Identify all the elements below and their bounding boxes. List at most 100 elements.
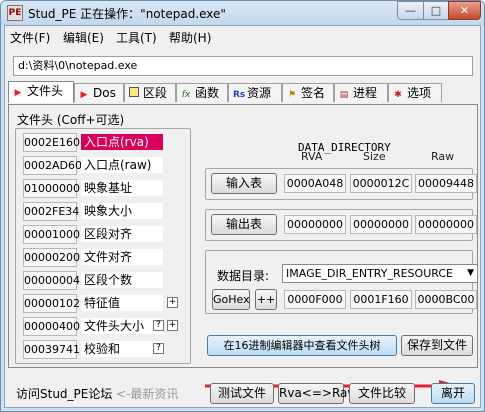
process-icon: ▤ xyxy=(339,90,349,100)
menu-edit[interactable]: 编辑(E) xyxy=(63,29,104,46)
header-size-help-button[interactable]: ? xyxy=(153,320,164,331)
menu-file[interactable]: 文件(F) xyxy=(10,29,50,46)
header-value[interactable]: 00000004 xyxy=(23,271,80,290)
export-table-button[interactable]: 输出表 xyxy=(211,214,277,235)
compare-file-button[interactable]: 文件比较 xyxy=(349,383,415,404)
fx-icon: fx xyxy=(181,90,191,100)
column-header-raw: Raw xyxy=(431,150,455,163)
header-value[interactable]: 00039741 xyxy=(23,340,80,359)
menu-tools[interactable]: 工具(T) xyxy=(116,29,157,46)
plus-plus-button[interactable]: ++ xyxy=(255,289,277,310)
data-directory-selected: IMAGE_DIR_ENTRY_RESOURCE xyxy=(286,267,453,280)
header-value[interactable]: 00000102 xyxy=(23,294,80,313)
header-row-section-align: 00001000 区段对齐 xyxy=(19,225,187,244)
header-label[interactable]: 入口点(raw) xyxy=(81,157,163,173)
tab-label: 区段 xyxy=(143,86,168,100)
tab-label: 选项 xyxy=(407,86,432,100)
tab-label: 进程 xyxy=(353,86,378,100)
menu-help[interactable]: 帮助(H) xyxy=(169,29,211,46)
tab-resources[interactable]: Rs 资源 xyxy=(228,83,282,102)
header-label[interactable]: 特征值 xyxy=(81,295,163,311)
header-size-expand-button[interactable]: + xyxy=(167,320,178,331)
header-value[interactable]: 01000000 xyxy=(23,179,80,198)
tab-label: 文件头 xyxy=(27,84,64,98)
news-link[interactable]: <-最新资讯 xyxy=(116,385,178,402)
header-fields-group: 0002E160 入口点(rva) 0002AD60 入口点(raw) 0100… xyxy=(15,128,191,364)
tab-label: Dos xyxy=(93,86,116,100)
header-value[interactable]: 00000400 xyxy=(23,317,80,336)
header-label[interactable]: 校验和 xyxy=(81,341,163,357)
tab-functions[interactable]: fx 函数 xyxy=(176,83,228,102)
red-arrow-icon: ▶ xyxy=(14,88,22,98)
red-arrow-icon: ▶ xyxy=(80,90,88,100)
tab-options[interactable]: ✱ 选项 xyxy=(388,83,442,102)
header-value[interactable]: 0002AD60 xyxy=(23,156,82,175)
title-bar[interactable]: PE Stud_PE 正在操作："notepad.exe" — □ ✕ xyxy=(1,1,484,25)
header-value[interactable]: 0002E160 xyxy=(23,133,80,152)
header-value[interactable]: 00000200 xyxy=(23,248,80,267)
minimize-button[interactable]: — xyxy=(397,1,424,20)
characteristics-expand-button[interactable]: + xyxy=(167,297,178,308)
gohex-button[interactable]: GoHex xyxy=(212,289,250,310)
header-label[interactable]: 区段对齐 xyxy=(81,226,163,242)
column-header-rva: RVA xyxy=(301,150,323,163)
data-directory-select[interactable]: IMAGE_DIR_ENTRY_RESOURCE ▼ xyxy=(282,264,478,283)
header-row-entry-raw: 0002AD60 入口点(raw) xyxy=(19,156,187,175)
dir-rva-value[interactable]: 0000F000 xyxy=(284,290,346,309)
header-row-image-size: 0002FE34 映象大小 xyxy=(19,202,187,221)
chevron-down-icon: ▼ xyxy=(467,268,474,278)
test-file-button[interactable]: 测试文件 xyxy=(210,383,274,404)
header-label[interactable]: 入口点(rva) xyxy=(81,134,163,150)
header-row-checksum: 00039741 校验和 ? xyxy=(19,340,187,359)
import-raw-value[interactable]: 00009448 xyxy=(415,174,477,193)
header-label[interactable]: 映象大小 xyxy=(81,203,163,219)
dir-size-value[interactable]: 0001F160 xyxy=(350,290,412,309)
forum-link[interactable]: 访问Stud_PE论坛 xyxy=(16,385,112,402)
maximize-button[interactable]: □ xyxy=(423,1,449,20)
header-row-file-align: 00000200 文件对齐 xyxy=(19,248,187,267)
tab-file-header[interactable]: ▶ 文件头 xyxy=(8,81,74,103)
header-value[interactable]: 00001000 xyxy=(23,225,80,244)
tab-label: 资源 xyxy=(247,86,272,100)
export-size-value[interactable]: 00000000 xyxy=(350,215,412,234)
header-row-section-count: 00000004 区段个数 xyxy=(19,271,187,290)
close-button[interactable]: ✕ xyxy=(448,1,481,20)
exit-button[interactable]: 离开 xyxy=(431,383,475,404)
tab-sections[interactable]: 区段 xyxy=(124,83,176,102)
header-row-header-size: 00000400 文件头大小 ? + xyxy=(19,317,187,336)
gear-icon: ✱ xyxy=(394,90,402,100)
tab-label: 函数 xyxy=(195,86,220,100)
dir-raw-value[interactable]: 0000BC00 xyxy=(415,290,477,309)
import-rva-value[interactable]: 0000A048 xyxy=(284,174,346,193)
import-size-value[interactable]: 0000012C xyxy=(350,174,412,193)
rva-raw-button[interactable]: Rva<=>Raw xyxy=(278,383,357,404)
data-directory-label: 数据目录: xyxy=(217,269,270,283)
import-table-button[interactable]: 输入表 xyxy=(211,173,277,194)
checksum-help-button[interactable]: ? xyxy=(153,343,164,354)
stud-pe-app-icon[interactable]: PE xyxy=(7,5,23,21)
header-label[interactable]: 映象基址 xyxy=(81,180,163,196)
flag-icon: ⚑ xyxy=(287,90,297,100)
header-label[interactable]: 文件头大小 xyxy=(81,318,163,334)
main-window: PE Stud_PE 正在操作："notepad.exe" — □ ✕ 文件(F… xyxy=(0,0,485,412)
tab-dos[interactable]: ▶ Dos xyxy=(74,83,124,102)
header-label[interactable]: 区段个数 xyxy=(81,272,163,288)
export-rva-value[interactable]: 00000000 xyxy=(284,215,346,234)
tab-bar: ▶ 文件头 ▶ Dos 区段 fx 函数 Rs 资源 ⚑ 签名 ▤ 进程 ✱ 选项 xyxy=(8,81,478,104)
header-row-image-base: 01000000 映象基址 xyxy=(19,179,187,198)
section-icon xyxy=(129,87,139,97)
header-row-characteristics: 00000102 特征值 + xyxy=(19,294,187,313)
export-raw-value[interactable]: 00000000 xyxy=(415,215,477,234)
header-label[interactable]: 文件对齐 xyxy=(81,249,163,265)
client-area: 文件(F) 编辑(E) 工具(T) 帮助(H) d:\资料\0\notepad.… xyxy=(4,25,481,408)
header-value[interactable]: 0002FE34 xyxy=(23,202,79,221)
menu-bar: 文件(F) 编辑(E) 工具(T) 帮助(H) xyxy=(5,26,480,46)
column-header-size: Size xyxy=(363,150,386,163)
file-path-field[interactable]: d:\资料\0\notepad.exe xyxy=(13,56,473,76)
view-hex-header-button[interactable]: 在16进制编辑器中查看文件头树 xyxy=(207,335,397,356)
header-group-label: 文件头 (Coff+可选) xyxy=(17,113,125,127)
header-row-entry-rva: 0002E160 入口点(rva) xyxy=(19,133,187,152)
tab-process[interactable]: ▤ 进程 xyxy=(334,83,388,102)
save-to-file-button[interactable]: 保存到文件 xyxy=(401,335,473,356)
tab-signature[interactable]: ⚑ 签名 xyxy=(282,83,334,102)
